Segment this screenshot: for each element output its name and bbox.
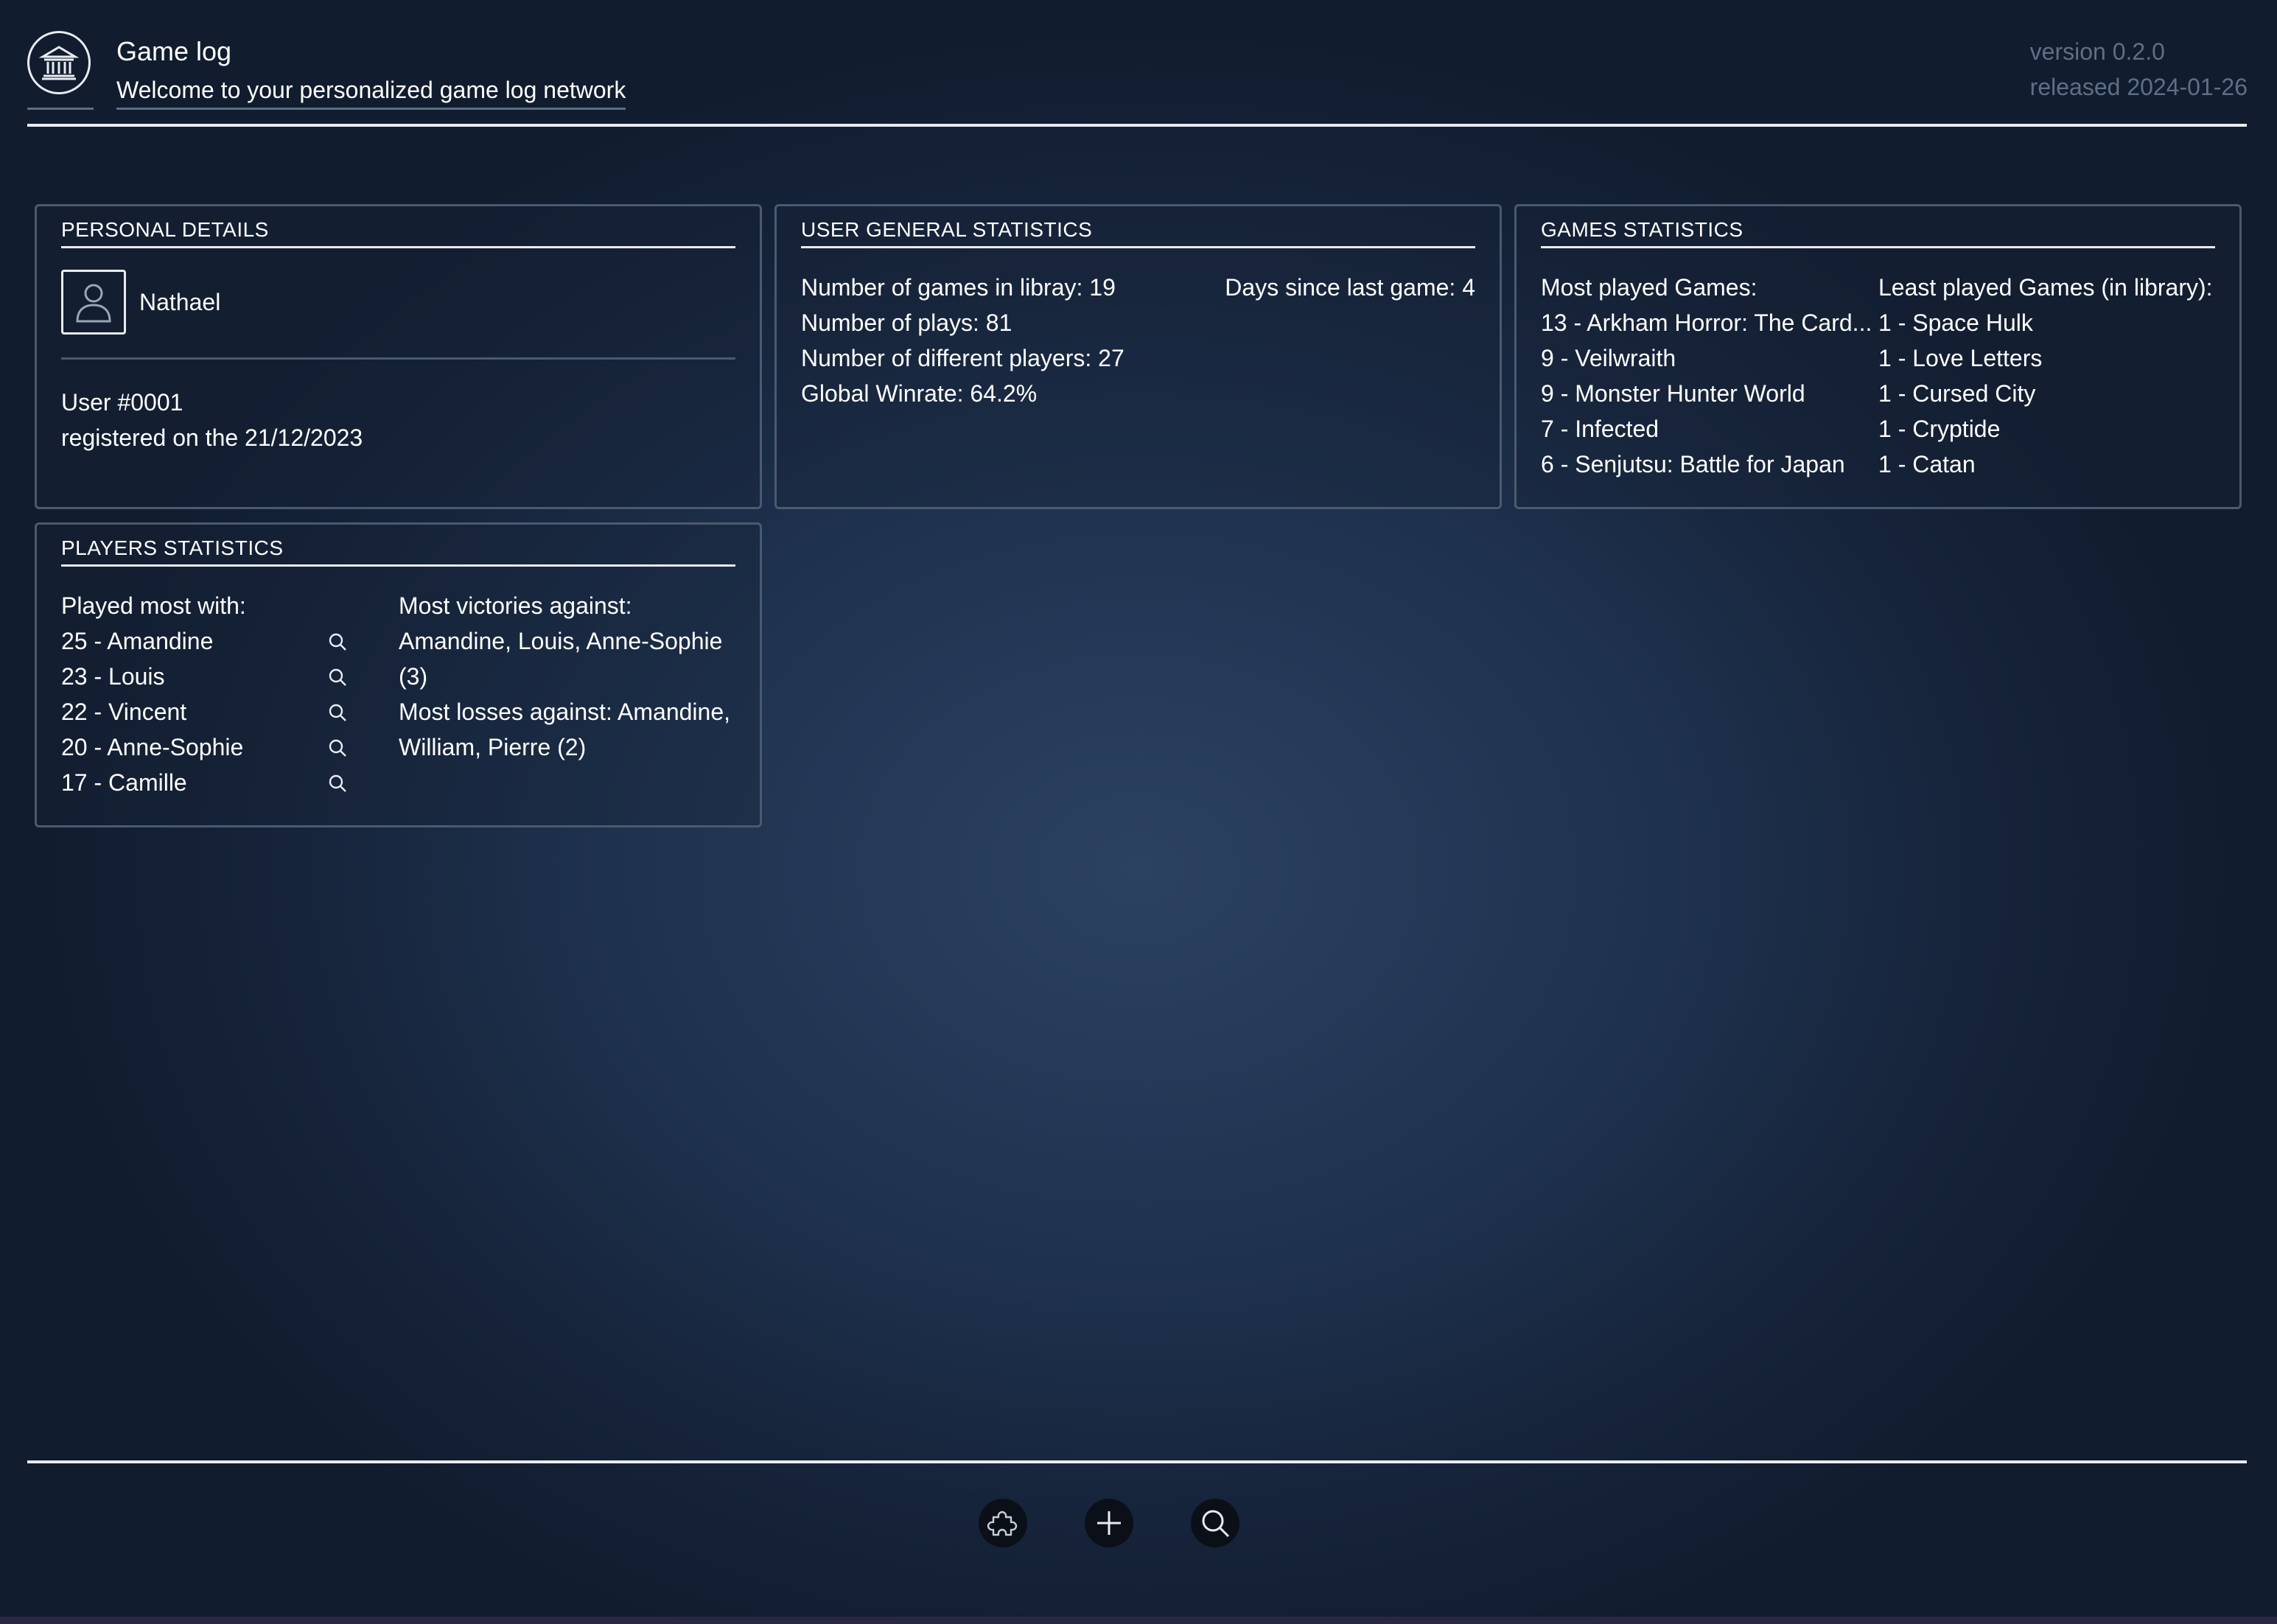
least-played-item[interactable]: 1 - Space Hulk	[1878, 305, 2213, 340]
played-most-with-label: Played most with:	[61, 592, 246, 619]
panel-title: GAMES STATISTICS	[1541, 217, 2215, 248]
games-statistics-panel: GAMES STATISTICS Most played Games: 13 -…	[1514, 204, 2242, 509]
panel-divider	[61, 357, 735, 360]
search-icon[interactable]	[328, 632, 347, 651]
player-row: 20 - Anne-Sophie	[61, 729, 371, 765]
most-victories-count: (3)	[399, 663, 428, 690]
puzzle-icon	[987, 1511, 1018, 1536]
most-victories-value: Amandine, Louis, Anne-Sophie	[399, 628, 723, 654]
bottom-edge-bar	[0, 1617, 2277, 1624]
player-row: 17 - Camille	[61, 765, 371, 800]
search-icon[interactable]	[328, 703, 347, 722]
plus-icon	[1097, 1511, 1121, 1535]
search-button[interactable]	[1191, 1499, 1239, 1547]
stat-games-in-library: Number of games in libray: 19	[801, 274, 1116, 301]
most-played-label: Most played Games:	[1541, 274, 1757, 301]
search-icon[interactable]	[328, 774, 347, 793]
logo-underline	[27, 108, 94, 110]
stat-days-since-last-game: Days since last game: 4	[1225, 274, 1475, 301]
user-statistics-panel: USER GENERAL STATISTICS Number of games …	[774, 204, 1502, 509]
app-logo[interactable]	[27, 31, 94, 112]
players-list[interactable]: 25 - Amandine 23 - Louis 22 - Vincent 20…	[61, 623, 371, 806]
stat-global-winrate: Global Winrate: 64.2%	[801, 380, 1038, 407]
player-name: 17 - Camille	[61, 769, 187, 796]
add-button[interactable]	[1085, 1499, 1133, 1547]
version-info: version 0.2.0 released 2024-01-26	[2030, 34, 2248, 105]
player-row: 23 - Louis	[61, 659, 371, 694]
least-played-list: Least played Games (in library): 1 - Spa…	[1878, 270, 2213, 482]
least-played-item[interactable]: 1 - Catan	[1878, 447, 2213, 482]
least-played-item[interactable]: 1 - Cursed City	[1878, 376, 2213, 411]
version-label: version 0.2.0	[2029, 38, 2165, 65]
most-victories-label: Most victories against:	[399, 592, 632, 619]
least-played-item[interactable]: 1 - Cryptide	[1878, 411, 2213, 447]
least-played-item[interactable]: 1 - Love Letters	[1878, 340, 2213, 376]
most-played-item[interactable]: 13 - Arkham Horror: The Card...	[1541, 305, 1872, 340]
least-played-label: Least played Games (in library):	[1878, 274, 2213, 301]
search-icon[interactable]	[328, 738, 347, 757]
most-losses-value: William, Pierre (2)	[399, 734, 587, 760]
most-played-item[interactable]: 9 - Monster Hunter World	[1541, 376, 1872, 411]
user-stats-list: Number of games in libray: 19 Number of …	[801, 270, 1124, 411]
search-icon	[1202, 1510, 1230, 1538]
player-name: 20 - Anne-Sophie	[61, 734, 244, 760]
panel-title: USER GENERAL STATISTICS	[801, 217, 1475, 248]
most-played-item[interactable]: 9 - Veilwraith	[1541, 340, 1872, 376]
release-date: released 2024-01-26	[2029, 74, 2248, 100]
most-played-item[interactable]: 6 - Senjutsu: Battle for Japan	[1541, 447, 1872, 482]
personal-details-panel: PERSONAL DETAILS Nathael User #0001 regi…	[35, 204, 762, 509]
user-icon	[61, 270, 126, 335]
user-id: User #0001	[61, 389, 183, 416]
players-statistics-panel: PLAYERS STATISTICS Played most with: 25 …	[35, 522, 762, 827]
app-title: Game log	[116, 36, 232, 66]
museum-icon	[27, 31, 91, 94]
search-icon[interactable]	[328, 668, 347, 687]
player-name: 25 - Amandine	[61, 628, 214, 654]
player-name: 22 - Vincent	[61, 699, 187, 725]
header-divider	[27, 124, 2247, 127]
games-button[interactable]	[979, 1499, 1027, 1547]
most-played-item[interactable]: 7 - Infected	[1541, 411, 1872, 447]
stat-different-players: Number of different players: 27	[801, 345, 1124, 371]
app-subtitle[interactable]: Welcome to your personalized game log ne…	[116, 75, 626, 110]
player-row: 14 - Emmanuel	[61, 800, 371, 806]
registration-date: registered on the 21/12/2023	[61, 424, 363, 451]
stat-number-of-plays: Number of plays: 81	[801, 309, 1012, 336]
player-name: 14 - Emmanuel	[61, 800, 221, 806]
player-row: 25 - Amandine	[61, 623, 371, 659]
player-row: 22 - Vincent	[61, 694, 371, 729]
panel-title: PERSONAL DETAILS	[61, 217, 735, 248]
panel-title: PLAYERS STATISTICS	[61, 535, 735, 567]
username: Nathael	[139, 289, 221, 315]
player-name: 23 - Louis	[61, 663, 165, 690]
most-losses-label: Most losses against: Amandine,	[399, 699, 731, 725]
most-played-list: Most played Games: 13 - Arkham Horror: T…	[1541, 270, 1872, 482]
footer-divider	[27, 1460, 2247, 1463]
